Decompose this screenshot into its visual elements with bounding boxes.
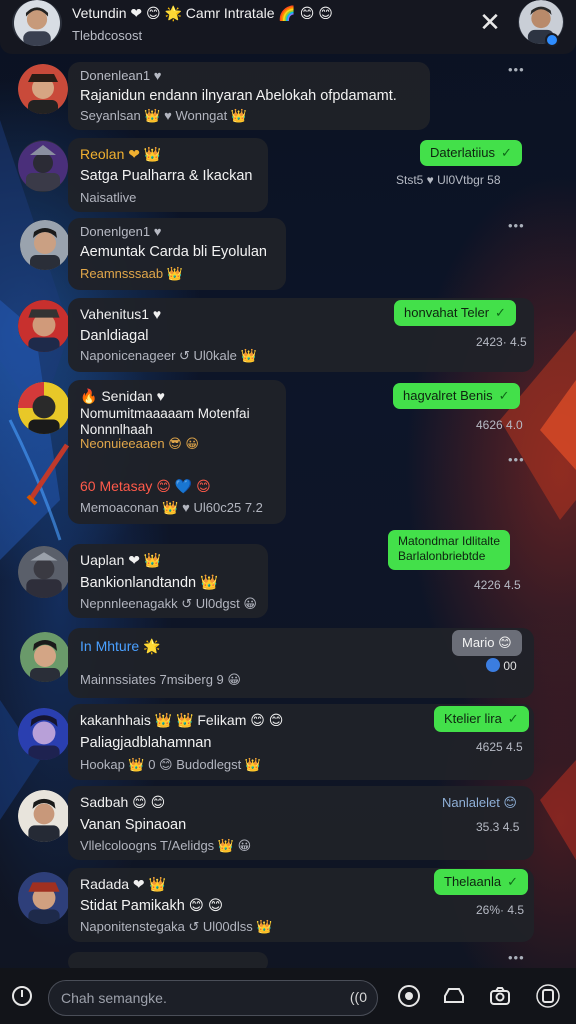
check-icon: ✓ bbox=[495, 305, 506, 320]
message-sender[interactable]: 🔥 Senidan ♥ bbox=[80, 388, 165, 405]
message-text: Vanan Spinaoan bbox=[80, 817, 187, 833]
more-options-icon[interactable]: ••• bbox=[508, 452, 568, 467]
message-meta: Mainnssiates 7msiberg 9 😀 bbox=[80, 672, 241, 687]
more-options-icon[interactable]: ••• bbox=[508, 950, 568, 965]
message-sender[interactable]: Reolan ❤ 👑 bbox=[80, 146, 161, 163]
avatar[interactable] bbox=[18, 546, 70, 598]
message-meta: Naponitenstegaka ↺ Ul00dlss 👑 bbox=[80, 919, 273, 934]
reply-meta: 4226 4.5 bbox=[474, 578, 521, 592]
reply-bubble[interactable]: Thelaanla ✓ bbox=[434, 869, 529, 895]
avatar[interactable] bbox=[18, 790, 70, 842]
chat-title[interactable]: Vetundin ❤ 😊 🌟 Camr Intratale 🌈 😊 😊 bbox=[72, 5, 333, 22]
emoji-icon[interactable] bbox=[397, 984, 421, 1008]
input-placeholder: Chah semangke. bbox=[61, 990, 167, 1006]
chat-subtitle: Tlebdcosost bbox=[72, 28, 143, 43]
check-icon: ✓ bbox=[507, 711, 519, 726]
message-input[interactable]: Chah semangke. ((0 bbox=[48, 980, 378, 1016]
square-icon[interactable] bbox=[536, 984, 560, 1008]
list-item[interactable]: Donenlgen1 ♥ Aemuntak Carda bli Eyolulan… bbox=[68, 218, 286, 290]
message-sender[interactable]: In Mhture 🌟 bbox=[80, 638, 160, 655]
message-meta: Naponicenageer ↺ Ul0kale 👑 bbox=[80, 348, 257, 363]
list-item[interactable]: Donenlean1 ♥ Rajanidun endann ilnyaran A… bbox=[68, 62, 430, 130]
message-text: Rajanidun endann ilnyaran Abelokah ofpda… bbox=[80, 88, 397, 104]
reply-bubble[interactable]: honvahat Teler ✓ bbox=[394, 300, 516, 326]
message-sender[interactable]: Vahenitus1 ♥ bbox=[80, 306, 161, 322]
close-icon[interactable]: ✕ bbox=[476, 8, 504, 36]
avatar[interactable] bbox=[18, 140, 68, 192]
check-icon: ✓ bbox=[507, 874, 519, 889]
reply-text: hagvalret Benis bbox=[403, 388, 493, 403]
car-icon[interactable] bbox=[442, 984, 466, 1008]
avatar[interactable] bbox=[18, 382, 70, 434]
avatar[interactable] bbox=[18, 872, 70, 924]
more-options-icon[interactable]: ••• bbox=[508, 218, 568, 233]
verified-badge bbox=[545, 33, 559, 47]
reply-text: honvahat Teler bbox=[404, 305, 490, 320]
message-meta: Neonuieeaaen 😎 😀 bbox=[80, 436, 199, 451]
message-sender[interactable]: Uaplan ❤ 👑 bbox=[80, 552, 161, 569]
avatar[interactable] bbox=[20, 632, 70, 682]
reply-bubble[interactable]: Ktelier lira ✓ bbox=[434, 706, 529, 732]
mic-icon[interactable] bbox=[10, 984, 34, 1008]
camera-icon[interactable] bbox=[488, 984, 512, 1008]
message-sender[interactable]: 60 Metasay 😊 💙 😊 bbox=[80, 478, 211, 495]
message-meta: Reamnsssaab 👑 bbox=[80, 266, 183, 281]
header-avatar[interactable] bbox=[12, 0, 62, 46]
check-icon: ✓ bbox=[501, 145, 512, 160]
message-sender[interactable]: Radada ❤ 👑 bbox=[80, 876, 166, 893]
chat-header: Vetundin ❤ 😊 🌟 Camr Intratale 🌈 😊 😊 Tleb… bbox=[0, 0, 576, 54]
message-meta: Seyanlsan 👑 ♥ Wonngat 👑 bbox=[80, 108, 248, 123]
avatar[interactable] bbox=[18, 300, 70, 352]
message-meta: Memoaconan 👑 ♥ Ul60c25 7.2 bbox=[80, 500, 263, 515]
message-text: Nomumitmaaaaam Motenfai bbox=[80, 406, 250, 421]
reply-text: Daterlatiius bbox=[430, 145, 496, 160]
reply-text: Thelaanla bbox=[444, 874, 502, 889]
message-meta: Nepnnleenagakk ↺ Ul0dgst 😀 bbox=[80, 596, 257, 611]
message-text: Bankionlandtandn 👑 bbox=[80, 575, 219, 591]
message-text: Paliagjadblahamnan bbox=[80, 735, 212, 751]
message-text: Satga Pualharra & Ikackan bbox=[80, 168, 253, 184]
message-text: Danldiagal bbox=[80, 328, 149, 344]
message-text-line2: Nonnnlhaah bbox=[80, 422, 153, 437]
list-item[interactable]: Reolan ❤ 👑 Satga Pualharra & Ikackan Nai… bbox=[68, 138, 268, 212]
message-sender[interactable]: Donenlean1 ♥ bbox=[80, 68, 161, 83]
more-options-icon[interactable]: ••• bbox=[508, 62, 568, 77]
reply-meta: 2423· 4.5 bbox=[476, 335, 527, 349]
reply-bubble[interactable]: Mario 😊 bbox=[452, 630, 522, 656]
reply-bubble[interactable]: Matondmar Idlitalte Barlalonbriebtde bbox=[388, 530, 511, 570]
avatar[interactable] bbox=[20, 220, 70, 270]
message-sender[interactable]: Sadbah 😊 😊 bbox=[80, 794, 165, 811]
voice-icon[interactable]: ((0 bbox=[350, 989, 367, 1005]
composer-bar: Chah semangke. ((0 bbox=[0, 968, 576, 1024]
message-meta: Hookap 👑 0 😊 Budodlegst 👑 bbox=[80, 757, 262, 772]
message-text: Aemuntak Carda bli Eyolulan bbox=[80, 244, 267, 260]
message-meta: Vllelcoloogns T/Aelidgs 👑 😀 bbox=[80, 838, 252, 853]
reply-meta: 00 bbox=[484, 658, 517, 673]
reply-bubble[interactable]: Daterlatiius ✓ bbox=[420, 140, 522, 166]
list-item[interactable]: Uaplan ❤ 👑 Bankionlandtandn 👑 Nepnnleena… bbox=[68, 544, 268, 618]
reply-meta: 4625 4.5 bbox=[476, 740, 523, 754]
reply-text-line2: Barlalonbriebtde bbox=[398, 549, 486, 563]
sword-decoration bbox=[26, 443, 70, 506]
message-meta: Naisatlive bbox=[80, 190, 137, 205]
reply-meta: Stst5 ♥ Ul0Vtbgr 58 bbox=[396, 173, 501, 187]
message-sender[interactable]: kakanhhais 👑 👑 Felikam 😊 😊 bbox=[80, 712, 283, 729]
plane-icon bbox=[486, 658, 500, 672]
reply-text[interactable]: Nanlalelet 😊 bbox=[442, 795, 517, 811]
reply-meta: 4626 4.0 bbox=[476, 418, 523, 432]
reply-meta: 35.3 4.5 bbox=[476, 820, 520, 834]
reply-text: Ktelier lira bbox=[444, 711, 502, 726]
reply-text: Matondmar Idlitalte bbox=[398, 534, 501, 548]
message-sender[interactable]: Donenlgen1 ♥ bbox=[80, 224, 161, 239]
avatar[interactable] bbox=[18, 64, 68, 114]
reply-meta: 26%· 4.5 bbox=[476, 903, 525, 917]
check-icon: ✓ bbox=[498, 388, 510, 403]
list-item[interactable]: 🔥 Senidan ♥ Nomumitmaaaaam Motenfai Nonn… bbox=[68, 380, 286, 524]
message-text: Stidat Pamikakh 😊 😊 bbox=[80, 898, 224, 914]
avatar[interactable] bbox=[18, 708, 70, 760]
reply-text: Mario 😊 bbox=[462, 635, 512, 650]
reply-meta-value: 00 bbox=[503, 659, 517, 673]
reply-bubble[interactable]: hagvalret Benis ✓ bbox=[393, 383, 520, 409]
